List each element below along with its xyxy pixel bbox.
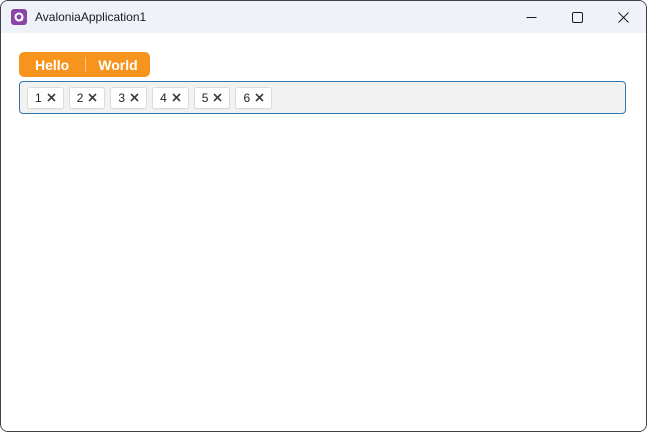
chip-4-label: 4 — [160, 90, 167, 105]
window-controls — [508, 1, 646, 33]
window-title: AvaloniaApplication1 — [35, 10, 147, 24]
chip-3-label: 3 — [118, 90, 126, 105]
chip-2-label: 2 — [76, 90, 84, 105]
chip-6: 6 — [235, 86, 273, 109]
close-icon — [255, 93, 264, 102]
titlebar[interactable]: AvaloniaApplication1 — [1, 1, 646, 33]
chip-2-remove-button[interactable] — [88, 93, 97, 102]
close-icon — [47, 93, 56, 102]
tab-world-label: World — [98, 56, 138, 73]
chip-2: 2 — [68, 86, 106, 109]
chip-5-label: 5 — [201, 90, 209, 105]
minimize-icon — [526, 16, 536, 18]
close-button[interactable] — [600, 1, 646, 33]
chip-5: 5 — [193, 86, 231, 109]
close-icon — [130, 93, 139, 102]
chip-1-label: 1 — [35, 90, 42, 105]
chip-1: 1 — [27, 86, 64, 109]
chip-3: 3 — [110, 86, 148, 109]
tab-hello-label: Hello — [35, 56, 70, 73]
tab-world[interactable]: World — [86, 52, 149, 77]
tab-bar: Hello World — [19, 52, 150, 77]
chip-1-remove-button[interactable] — [47, 93, 56, 102]
app-window: AvaloniaApplication1 Hello World 1 2 3 4… — [0, 0, 647, 432]
avalonia-logo-icon — [11, 9, 27, 25]
maximize-button[interactable] — [554, 1, 600, 33]
close-icon — [617, 11, 629, 23]
chip-6-label: 6 — [243, 90, 251, 105]
close-icon — [213, 93, 223, 102]
tab-hello[interactable]: Hello — [19, 52, 85, 77]
minimize-button[interactable] — [508, 1, 554, 33]
chip-3-remove-button[interactable] — [130, 93, 139, 102]
close-icon — [172, 93, 181, 102]
chip-input-box[interactable]: 1 2 3 4 5 6 — [19, 81, 626, 114]
maximize-icon — [571, 11, 583, 23]
close-icon — [88, 93, 97, 102]
main-content: Hello World 1 2 3 4 5 6 — [1, 33, 646, 431]
chip-4-remove-button[interactable] — [172, 93, 181, 102]
chip-6-remove-button[interactable] — [255, 93, 264, 102]
chip-4: 4 — [152, 86, 189, 109]
chip-5-remove-button[interactable] — [213, 93, 223, 102]
